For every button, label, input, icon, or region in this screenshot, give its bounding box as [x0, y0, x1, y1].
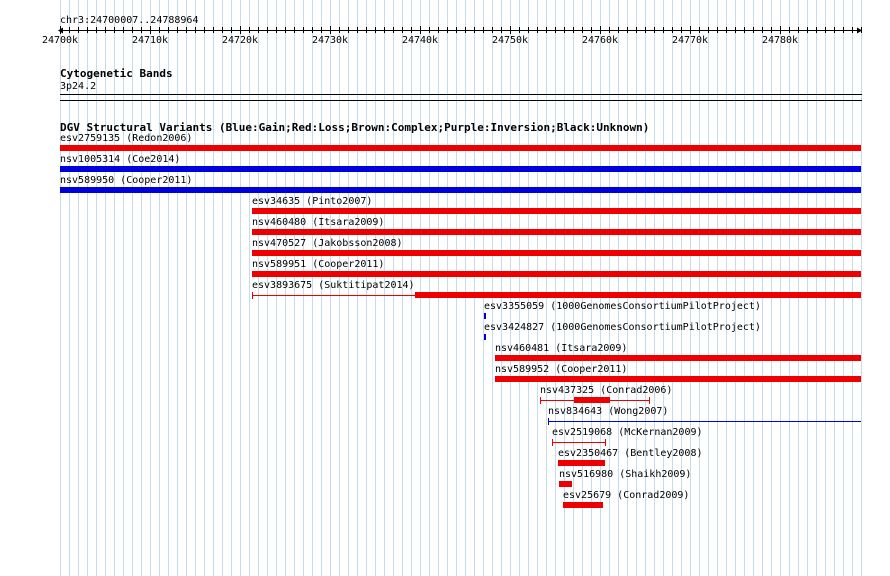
- feature-label: nsv516980 (Shaikh2009): [559, 469, 692, 480]
- feature-bar: [558, 460, 605, 466]
- feature-label: nsv470527 (Jakobsson2008): [252, 238, 403, 249]
- dgv-feature[interactable]: [548, 418, 861, 425]
- feature-label: esv2350467 (Bentley2008): [558, 448, 703, 459]
- dgv-feature[interactable]: [484, 334, 486, 340]
- feature-bar: [415, 292, 861, 298]
- dgv-feature[interactable]: [60, 166, 861, 172]
- feature-label: esv3355059 (1000GenomesConsortiumPilotPr…: [484, 301, 761, 312]
- feature-label: nsv460480 (Itsara2009): [252, 217, 385, 228]
- dgv-feature[interactable]: [495, 376, 861, 382]
- feature-label: esv25679 (Conrad2009): [563, 490, 690, 501]
- feature-label: nsv589951 (Cooper2011): [252, 259, 385, 270]
- feature-label: nsv437325 (Conrad2006): [540, 385, 673, 396]
- dgv-feature[interactable]: [252, 250, 861, 256]
- feature-bar: [252, 271, 861, 277]
- feature-bar: [60, 187, 861, 193]
- feature-bar: [252, 250, 861, 256]
- feature-label: esv3424827 (1000GenomesConsortiumPilotPr…: [484, 322, 761, 333]
- dgv-feature[interactable]: [540, 397, 650, 404]
- dgv-feature[interactable]: [484, 313, 486, 319]
- dgv-feature[interactable]: [60, 145, 861, 151]
- feature-label: esv2759135 (Redon2006): [60, 133, 193, 144]
- dgv-feature[interactable]: [559, 481, 572, 487]
- feature-label: nsv460481 (Itsara2009): [495, 343, 628, 354]
- dgv-feature[interactable]: [60, 187, 861, 193]
- feature-label: esv2519068 (McKernan2009): [552, 427, 703, 438]
- feature-bar: [60, 166, 861, 172]
- feature-bar: [60, 145, 861, 151]
- feature-bar: [484, 334, 486, 340]
- feature-bar: [563, 502, 603, 508]
- dgv-feature[interactable]: [495, 355, 861, 361]
- dgv-feature[interactable]: [558, 460, 605, 466]
- feature-label: esv3893675 (Suktitipat2014): [252, 280, 415, 291]
- dgv-feature[interactable]: [252, 229, 861, 235]
- genome-browser-image: chr3:24700007..24788964 24700k 24710k 2472…: [0, 0, 890, 576]
- dgv-feature[interactable]: [563, 502, 603, 508]
- feature-bar: [495, 355, 861, 361]
- feature-label: nsv834643 (Wong2007): [548, 406, 669, 417]
- dgv-feature-track[interactable]: [0, 0, 890, 576]
- feature-label: esv34635 (Pinto2007): [252, 196, 373, 207]
- feature-bar: [252, 208, 861, 214]
- feature-bar: [252, 229, 861, 235]
- dgv-feature[interactable]: [552, 439, 606, 446]
- feature-bar: [495, 376, 861, 382]
- feature-bar: [559, 481, 572, 487]
- dgv-feature[interactable]: [252, 208, 861, 214]
- feature-label: nsv589950 (Cooper2011): [60, 175, 193, 186]
- feature-label: nsv1005314 (Coe2014): [60, 154, 181, 165]
- dgv-feature[interactable]: [252, 271, 861, 277]
- feature-label: nsv589952 (Cooper2011): [495, 364, 628, 375]
- dgv-feature[interactable]: [252, 292, 861, 299]
- feature-bar: [484, 313, 486, 319]
- feature-bar: [574, 397, 610, 403]
